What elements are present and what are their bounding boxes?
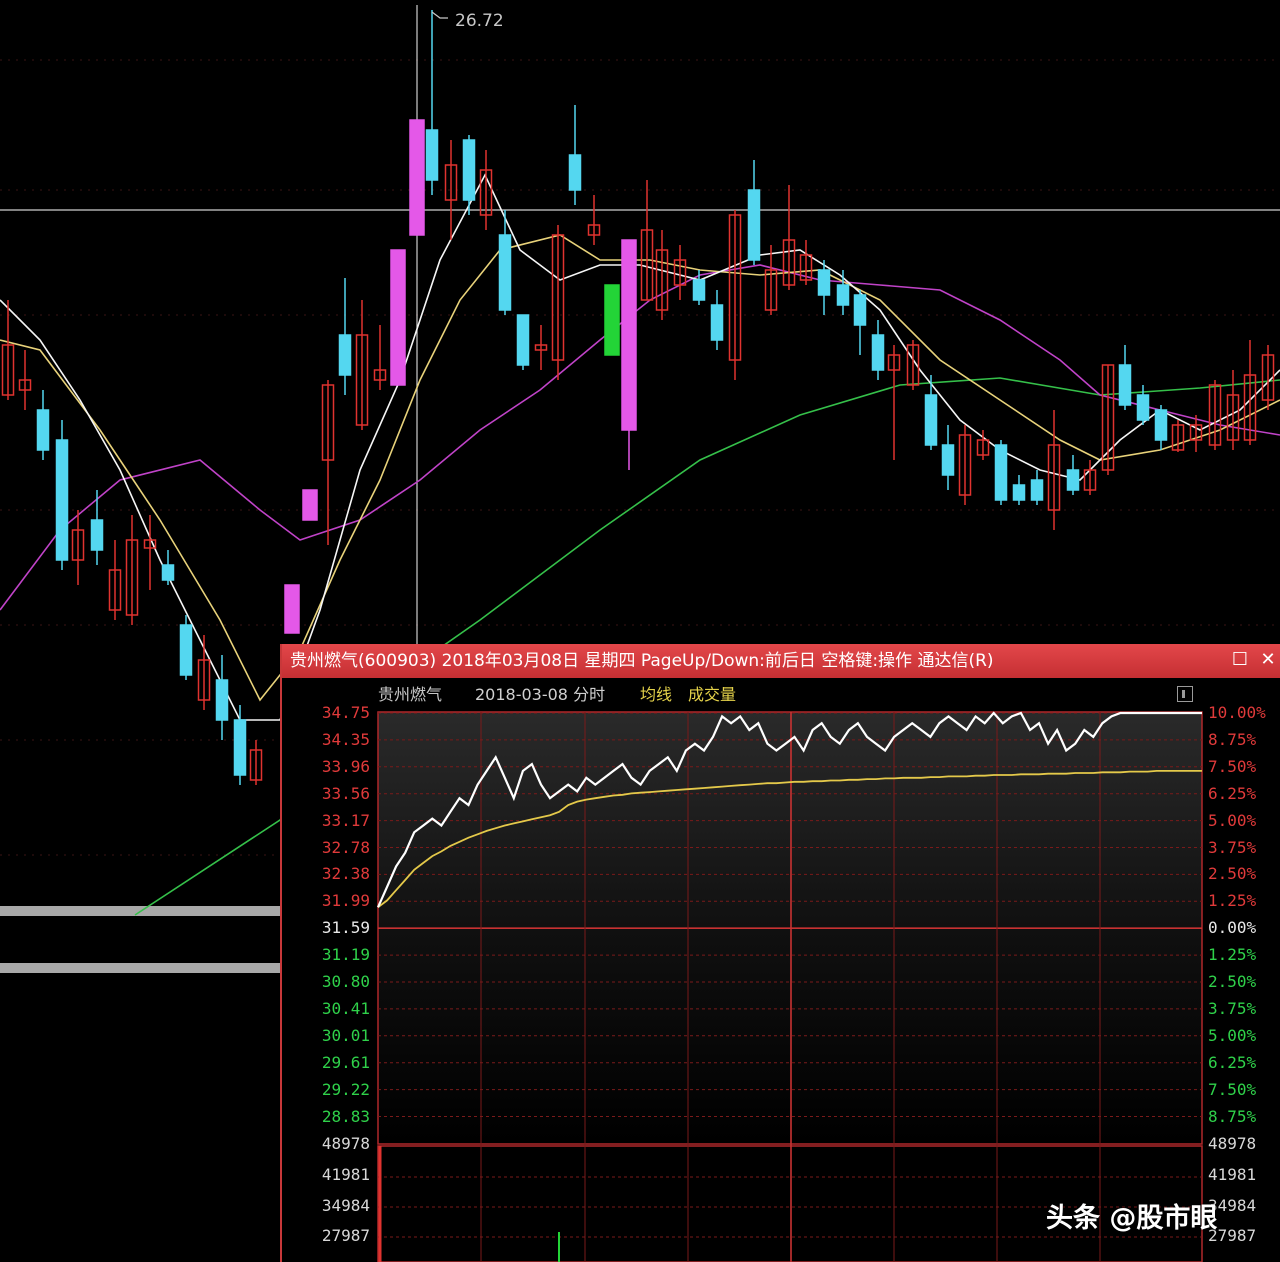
candle-body-3 <box>55 439 69 561</box>
candle-body-16 <box>302 489 318 521</box>
candle-body-21 <box>390 249 406 386</box>
scroll-bar <box>0 963 280 973</box>
candle-body-18 <box>338 334 352 376</box>
price-axis-label: 32.38 <box>321 864 370 884</box>
candle-body-5 <box>90 519 104 551</box>
peak-price-label: 26.72 <box>455 11 504 31</box>
candle-body-41 <box>747 189 761 261</box>
candle-body-63 <box>1136 394 1150 421</box>
percent-axis-label: 7.50% <box>1208 756 1257 776</box>
volume-axis-label-right: 48978 <box>1208 1134 1257 1153</box>
ma20-line <box>0 264 1280 611</box>
price-axis-label: 31.19 <box>321 945 370 965</box>
candle-body-64 <box>1154 409 1168 441</box>
percent-axis-label: 1.25% <box>1208 891 1257 911</box>
volume-axis-label: 34984 <box>321 1196 370 1215</box>
candle-body-57 <box>1030 479 1044 501</box>
price-axis-label: 34.75 <box>321 703 370 722</box>
candle-body-51 <box>924 394 938 446</box>
price-axis-label: 29.22 <box>321 1079 370 1099</box>
percent-axis-label: 3.75% <box>1208 837 1257 857</box>
percent-axis-label: 6.25% <box>1208 1052 1257 1072</box>
percent-axis-label: 5.00% <box>1208 810 1257 830</box>
price-axis-label: 32.78 <box>321 837 370 857</box>
candle-body-34 <box>621 239 637 431</box>
candle-body-28 <box>516 314 530 366</box>
percent-axis-label: 8.75% <box>1208 1106 1257 1126</box>
percent-axis-label: 7.50% <box>1208 1079 1257 1099</box>
price-axis-label: 34.35 <box>321 729 370 749</box>
price-axis-label: 28.83 <box>321 1106 370 1126</box>
candle-body-13 <box>233 719 247 776</box>
peak-pointer <box>431 11 448 19</box>
candle-body-59 <box>1066 469 1080 491</box>
candle-body-31 <box>568 154 582 191</box>
candle-body-55 <box>994 444 1008 501</box>
percent-axis-label: 1.25% <box>1208 945 1257 965</box>
candle-body-47 <box>853 294 867 326</box>
candle-body-38 <box>692 279 706 301</box>
price-axis-label: 30.41 <box>321 998 370 1018</box>
candle-body-46 <box>836 284 850 306</box>
candle-body-25 <box>462 139 476 201</box>
candle-body-48 <box>871 334 885 371</box>
candle-body-12 <box>215 679 229 721</box>
percent-axis-label: 5.00% <box>1208 1025 1257 1045</box>
percent-axis-label: 2.50% <box>1208 864 1257 884</box>
price-axis-label: 30.80 <box>321 972 370 991</box>
percent-axis-label: 0.00% <box>1208 918 1257 938</box>
candle-body-2 <box>36 409 50 451</box>
price-axis-label: 31.59 <box>321 918 370 938</box>
volume-axis-label-right: 34984 <box>1208 1196 1257 1215</box>
price-axis-label: 33.96 <box>321 756 370 776</box>
price-axis-label: 33.17 <box>321 810 370 830</box>
volume-axis-label-right: 41981 <box>1208 1165 1257 1184</box>
percent-axis-label: 3.75% <box>1208 998 1257 1018</box>
price-axis-label: 33.56 <box>321 783 370 803</box>
candle-body-22 <box>409 119 425 236</box>
percent-axis-label: 6.25% <box>1208 783 1257 803</box>
intraday-popup-window[interactable]: 贵州燃气(600903) 2018年03月08日 星期四 PageUp/Down… <box>280 644 1280 1262</box>
volume-axis-label: 27987 <box>321 1226 370 1245</box>
price-axis-label: 30.01 <box>321 1025 370 1045</box>
percent-axis-label: 10.00% <box>1208 703 1266 722</box>
watermark: 头条 @股市眼 <box>1046 1203 1218 1234</box>
percent-axis-label: 2.50% <box>1208 972 1257 991</box>
percent-axis-label: 8.75% <box>1208 729 1257 749</box>
candle-body-23 <box>425 129 439 181</box>
price-axis-label: 29.61 <box>321 1052 370 1072</box>
volume-axis-label: 41981 <box>321 1165 370 1184</box>
candle-body-56 <box>1012 484 1026 501</box>
candle-body-52 <box>941 444 955 476</box>
price-axis-label: 31.99 <box>321 891 370 911</box>
candle-body-39 <box>710 304 724 341</box>
candle-body-10 <box>179 624 193 676</box>
candle-body-33 <box>604 284 620 356</box>
candle-body-27 <box>498 234 512 311</box>
candle-body-9 <box>161 564 175 581</box>
intraday-chart[interactable] <box>282 644 1280 1262</box>
candle-body-15 <box>284 584 300 634</box>
candle-body-45 <box>817 269 831 296</box>
candle-body-62 <box>1118 364 1132 406</box>
volume-axis-label-right: 27987 <box>1208 1226 1257 1245</box>
volume-axis-label: 48978 <box>321 1134 370 1153</box>
